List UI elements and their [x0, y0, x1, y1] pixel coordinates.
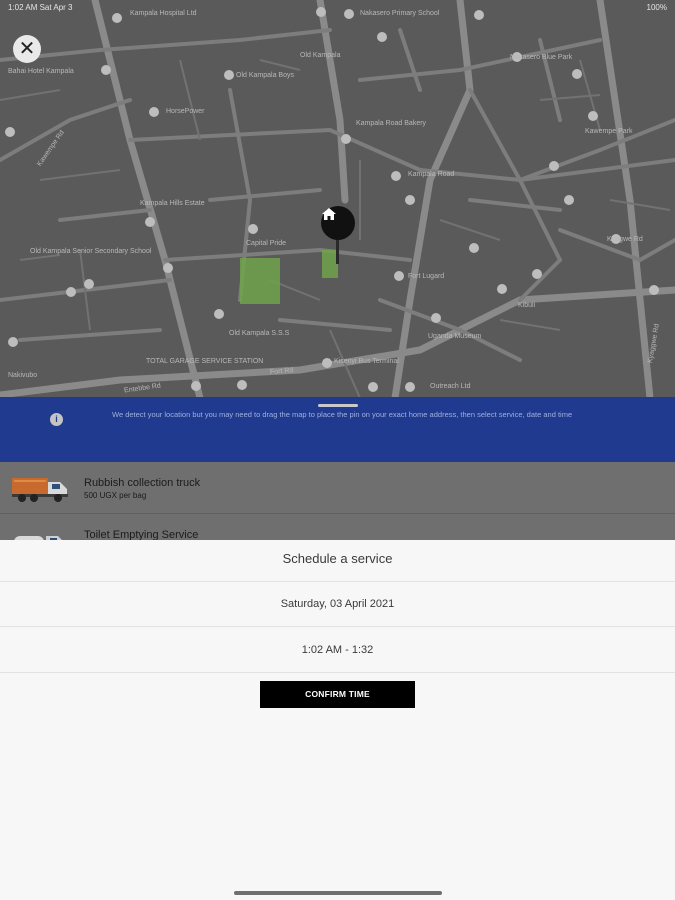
schedule-sheet: Schedule a service Saturday, 03 April 20…	[0, 540, 675, 900]
map-label: Nakivubo	[8, 372, 38, 379]
close-icon: ✕	[18, 38, 36, 60]
confirm-time-button[interactable]: CONFIRM TIME	[260, 681, 415, 708]
map-label: Nakasero Blue Park	[510, 54, 573, 61]
map-label: Outreach Ltd	[430, 383, 471, 390]
drag-handle[interactable]	[318, 404, 358, 407]
sheet-title: Schedule a service	[282, 551, 393, 566]
map-label: Kampala Hospital Ltd	[130, 10, 197, 17]
home-indicator[interactable]	[234, 891, 442, 895]
map-pin-stem	[336, 238, 339, 264]
map-label: Capital Pride	[246, 240, 287, 247]
map-view[interactable]: 1:02 AM Sat Apr 3 100% Kampala Hospital …	[0, 0, 675, 398]
map-label: Kisenyi Bus Terminal	[334, 358, 399, 365]
map-label: Fort Lugard	[408, 273, 445, 280]
map-label: Old Kampala S.S.S	[229, 330, 290, 337]
status-time: 1:02 AM Sat Apr 3	[8, 3, 73, 12]
service-title: Rubbish collection truck	[84, 477, 201, 489]
map-label: Kampala Road Bakery	[356, 120, 427, 127]
map-label: Kampala Road	[408, 171, 455, 178]
status-battery: 100%	[646, 3, 667, 12]
garbage-truck-icon	[12, 478, 68, 502]
map-label: Kawempe Park	[585, 128, 633, 135]
map-label: Nakasero Primary School	[360, 10, 440, 17]
time-picker[interactable]: 1:02 AM - 1:32	[0, 644, 675, 656]
divider	[0, 672, 675, 673]
close-button[interactable]: ✕	[13, 35, 41, 63]
divider	[0, 626, 675, 627]
map-label: Old Kampala Senior Secondary School	[30, 248, 152, 255]
map-label: Kibuli	[518, 302, 536, 309]
map-label: TOTAL GARAGE SERVICE STATION	[146, 358, 264, 365]
map-label: Old Kampala	[300, 52, 341, 59]
map-label: Bahai Hotel Kampala	[8, 68, 74, 75]
divider	[0, 581, 675, 582]
location-info-banner: i We detect your location but you may ne…	[0, 397, 675, 462]
service-list: Rubbish collection truck 500 UGX per bag…	[0, 462, 675, 550]
location-hint-text: We detect your location but you may need…	[112, 410, 573, 419]
map-label: HorsePower	[166, 108, 205, 115]
date-picker[interactable]: Saturday, 03 April 2021	[0, 598, 675, 610]
map-label: Old Kampala Boys	[236, 72, 294, 79]
service-item-rubbish[interactable]: Rubbish collection truck 500 UGX per bag	[0, 462, 675, 514]
home-icon	[322, 208, 336, 220]
status-bar: 1:02 AM Sat Apr 3 100%	[0, 0, 675, 14]
map-roads	[0, 0, 675, 398]
map-label: Kampala Hills Estate	[140, 200, 205, 207]
info-icon: i	[50, 413, 63, 426]
map-label: Uganda Museum	[428, 333, 482, 340]
service-price: 500 UGX per bag	[84, 491, 147, 500]
map-label: Kyagwe Rd	[607, 236, 643, 243]
map-pin-icon[interactable]	[321, 206, 355, 240]
